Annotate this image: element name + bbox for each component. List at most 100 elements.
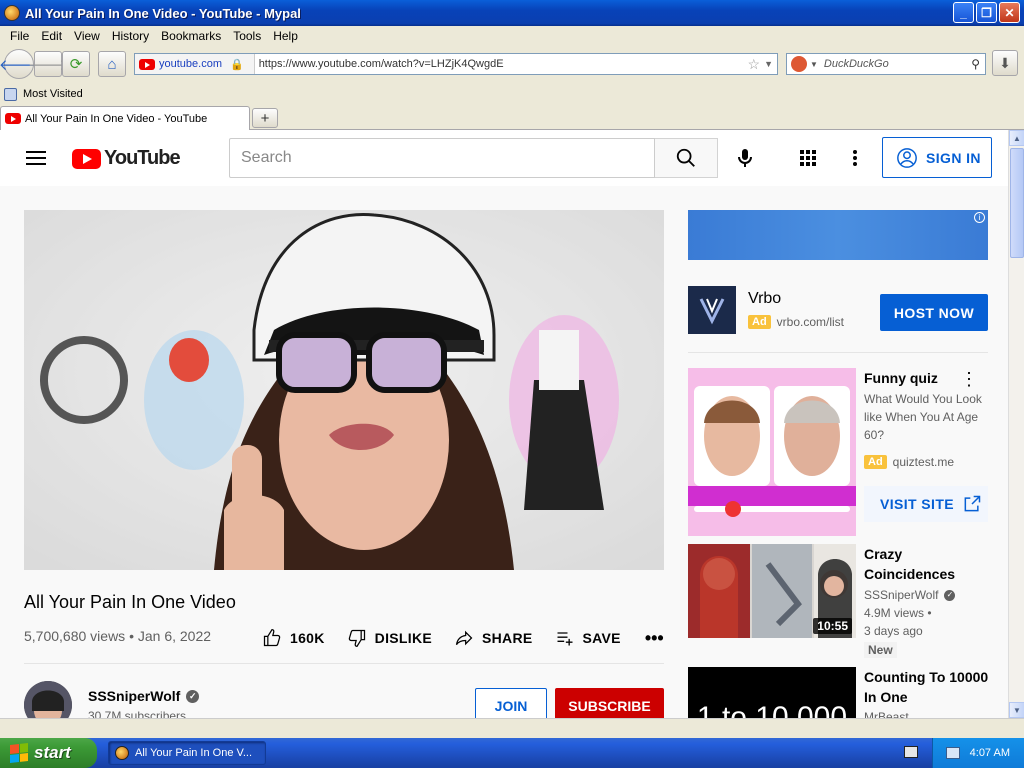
- search-icon[interactable]: ⚲: [971, 57, 980, 71]
- menu-help[interactable]: Help: [267, 29, 304, 43]
- youtube-favicon-icon: [139, 58, 155, 70]
- scroll-up-arrow-icon[interactable]: ▲: [1009, 130, 1024, 146]
- channel-name-text: SSSniperWolf: [88, 688, 181, 704]
- like-button[interactable]: 160K: [262, 628, 325, 648]
- ad-menu-kebab-icon[interactable]: ⋮: [960, 370, 978, 388]
- windows-flag-icon: [10, 743, 28, 763]
- channel-avatar[interactable]: [24, 681, 72, 718]
- ad-title-quiz[interactable]: Funny quiz: [864, 370, 938, 386]
- recommended-channel-1[interactable]: SSSniperWolf ✓: [864, 586, 956, 604]
- bookmark-star-icon[interactable]: ☆: [748, 56, 761, 73]
- minimize-button[interactable]: _: [953, 2, 974, 23]
- visit-site-label: VISIT SITE: [880, 496, 955, 512]
- video-player[interactable]: [24, 210, 664, 570]
- scrollbar-thumb[interactable]: [1010, 148, 1024, 258]
- verified-check-icon: ✓: [186, 689, 200, 703]
- ad-url-text: vrbo.com/list: [776, 315, 845, 329]
- start-button[interactable]: start: [0, 738, 97, 768]
- keyboard-icon[interactable]: [904, 746, 918, 758]
- menu-view[interactable]: View: [68, 29, 106, 43]
- browser-search-bar[interactable]: ▼ DuckDuckGo ⚲: [786, 53, 986, 75]
- recommended-channel-2[interactable]: MrBeast: [864, 708, 909, 718]
- divider: [24, 663, 664, 664]
- ad-title-vrbo[interactable]: Vrbo: [748, 290, 781, 308]
- recommended-views-1: 4.9M views •: [864, 606, 932, 620]
- recommended-title-1[interactable]: Crazy Coincidences: [864, 544, 994, 584]
- video-meta: 5,700,680 views • Jan 6, 2022: [24, 628, 212, 644]
- downloads-button[interactable]: ⬇: [992, 50, 1018, 76]
- menu-tools[interactable]: Tools: [227, 29, 267, 43]
- dislike-button[interactable]: DISLIKE: [347, 628, 432, 648]
- video-title: All Your Pain In One Video: [24, 592, 236, 612]
- channel-name[interactable]: SSSniperWolf ✓: [88, 688, 200, 704]
- info-icon[interactable]: i: [974, 212, 985, 223]
- share-label: SHARE: [482, 630, 533, 646]
- tab-youtube[interactable]: All Your Pain In One Video - YouTube: [0, 106, 250, 130]
- identity-host: youtube.com: [159, 58, 222, 70]
- close-button[interactable]: ✕: [999, 2, 1020, 23]
- site-identity[interactable]: youtube.com 🔒: [135, 54, 255, 74]
- more-actions-icon[interactable]: •••: [645, 628, 664, 649]
- ad-url-text: quiztest.me: [892, 455, 955, 469]
- search-input[interactable]: Search: [229, 138, 655, 178]
- like-count: 160K: [290, 630, 325, 646]
- sign-in-button[interactable]: SIGN IN: [882, 137, 992, 178]
- menu-edit[interactable]: Edit: [35, 29, 68, 43]
- thumbnail-text: 1 to 10,000: [696, 701, 848, 718]
- settings-kebab-icon[interactable]: [843, 146, 867, 170]
- network-icon[interactable]: [945, 747, 960, 759]
- url-bar[interactable]: youtube.com 🔒 https://www.youtube.com/wa…: [134, 53, 778, 75]
- youtube-masthead: YouTube Search SIGN IN: [0, 130, 1008, 186]
- home-button[interactable]: ⌂: [98, 51, 126, 77]
- taskbar-item-mypal[interactable]: All Your Pain In One V...: [108, 741, 266, 765]
- verified-check-icon: ✓: [944, 589, 956, 601]
- most-visited-bookmark[interactable]: Most Visited: [23, 88, 83, 100]
- hamburger-menu-icon[interactable]: [26, 151, 46, 165]
- visit-site-button[interactable]: VISIT SITE: [864, 486, 988, 522]
- forward-button[interactable]: 🡒: [28, 51, 68, 77]
- scroll-down-arrow-icon[interactable]: ▼: [1009, 702, 1024, 718]
- duckduckgo-icon[interactable]: [791, 56, 807, 72]
- share-button[interactable]: SHARE: [454, 628, 533, 648]
- browser-status-bar: [0, 718, 1024, 738]
- window-titlebar: All Your Pain In One Video - YouTube - M…: [0, 0, 1024, 26]
- dislike-label: DISLIKE: [374, 630, 432, 646]
- mypal-app-icon: [115, 746, 129, 760]
- sign-in-label: SIGN IN: [926, 149, 981, 166]
- recommended-age-1: 3 days ago: [864, 624, 923, 638]
- search-button[interactable]: [655, 138, 718, 178]
- maximize-button[interactable]: ❐: [976, 2, 997, 23]
- microphone-icon[interactable]: [733, 146, 757, 170]
- recommended-title-2[interactable]: Counting To 10000 In One: [864, 667, 994, 707]
- youtube-logo[interactable]: YouTube: [72, 147, 181, 170]
- quiz-ad-thumbnail[interactable]: [688, 368, 856, 536]
- new-tab-button[interactable]: +: [252, 108, 278, 128]
- clock[interactable]: 4:07 AM: [970, 747, 1010, 759]
- vrbo-v-icon: [699, 298, 725, 325]
- host-now-button[interactable]: HOST NOW: [880, 294, 988, 331]
- apps-grid-icon[interactable]: [796, 146, 820, 170]
- menu-history[interactable]: History: [106, 29, 155, 43]
- save-button[interactable]: SAVE: [555, 628, 621, 648]
- banner-ad[interactable]: i: [688, 210, 988, 260]
- url-text[interactable]: https://www.youtube.com/watch?v=LHZjK4Qw…: [255, 58, 748, 70]
- home-icon: ⌂: [107, 55, 117, 73]
- folder-icon: [4, 87, 17, 101]
- lock-icon: 🔒: [229, 58, 244, 71]
- page-scrollbar[interactable]: ▲ ▼: [1008, 130, 1024, 718]
- ad-badge: Ad: [748, 315, 771, 329]
- join-button[interactable]: JOIN: [475, 688, 547, 718]
- windows-taskbar: start All Your Pain In One V... 4:07 AM: [0, 738, 1024, 768]
- subscriber-count: 30.7M subscribers: [88, 709, 187, 718]
- menu-file[interactable]: File: [4, 29, 35, 43]
- menu-bookmarks[interactable]: Bookmarks: [155, 29, 227, 43]
- reload-button[interactable]: ⟳: [62, 51, 90, 77]
- vrbo-logo[interactable]: [688, 286, 736, 334]
- url-dropdown-icon[interactable]: ▼: [764, 59, 773, 69]
- subscribe-button[interactable]: SUBSCRIBE: [555, 688, 664, 718]
- video-frame-image: [24, 210, 664, 570]
- recommended-thumbnail-2[interactable]: 1 to 10,000: [688, 667, 856, 718]
- recommended-thumbnail-1[interactable]: 10:55: [688, 544, 856, 638]
- chevron-down-icon[interactable]: ▼: [810, 60, 818, 69]
- save-label: SAVE: [582, 630, 621, 646]
